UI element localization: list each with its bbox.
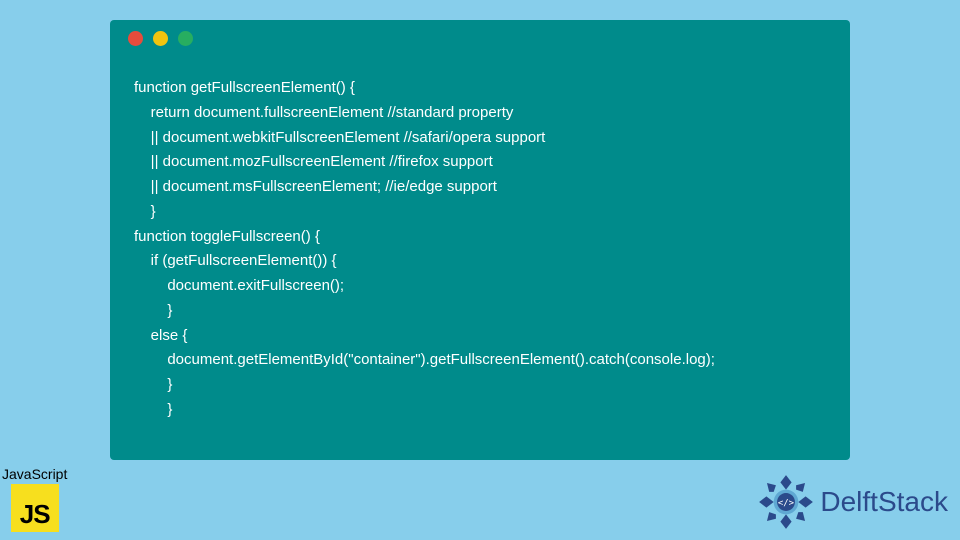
javascript-badge: JavaScript JS	[2, 466, 67, 532]
close-icon[interactable]	[128, 31, 143, 46]
minimize-icon[interactable]	[153, 31, 168, 46]
code-window: function getFullscreenElement() { return…	[110, 20, 850, 460]
brand-name: DelftStack	[820, 486, 948, 518]
code-block: function getFullscreenElement() { return…	[110, 56, 850, 443]
window-titlebar	[110, 20, 850, 56]
brand-logo: </> DelftStack	[758, 474, 948, 530]
javascript-icon: JS	[11, 484, 59, 532]
maximize-icon[interactable]	[178, 31, 193, 46]
svg-text:</>: </>	[778, 498, 794, 508]
javascript-label: JavaScript	[2, 466, 67, 482]
brand-emblem-icon: </>	[758, 474, 814, 530]
javascript-icon-text: JS	[20, 499, 50, 530]
